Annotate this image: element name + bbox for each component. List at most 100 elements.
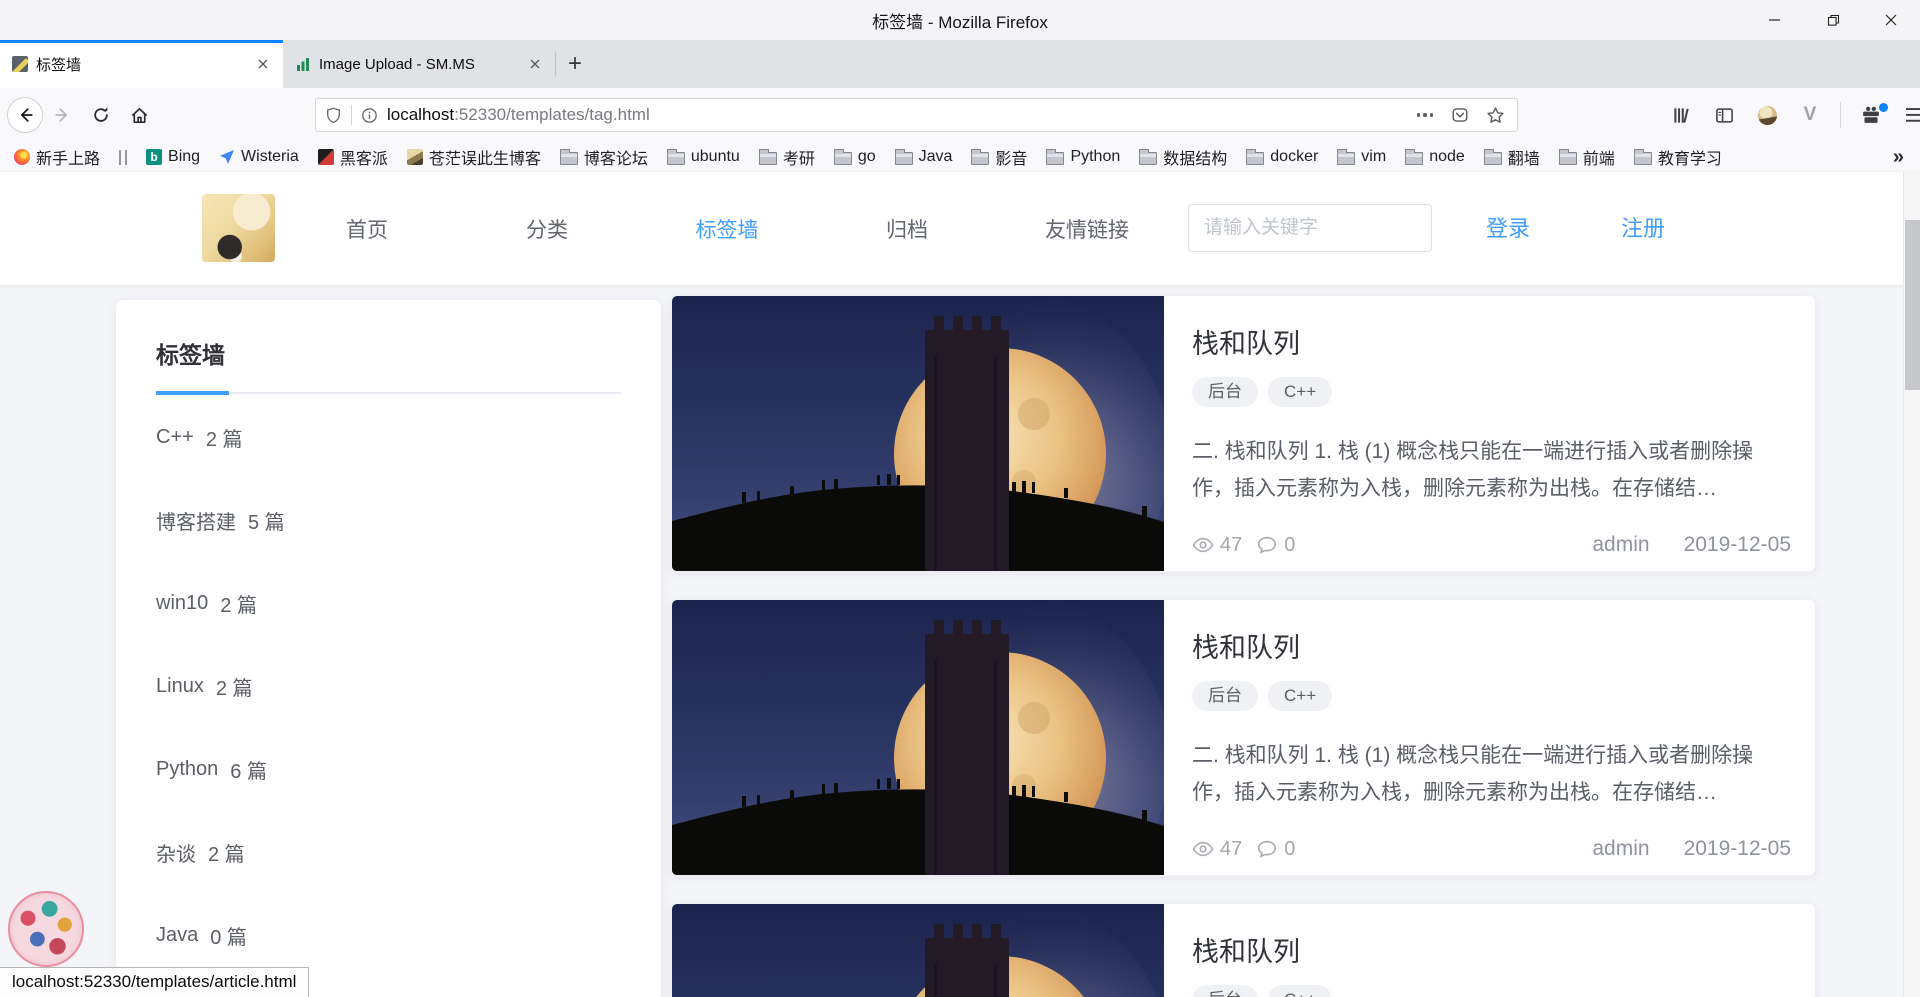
bookmark-folder-education[interactable]: 教育学习 — [1634, 145, 1722, 169]
page-content: 标签墙 C++2 篇 博客搭建5 篇 win102 篇 Linux2 篇 Pyt… — [0, 285, 1920, 997]
article-tag-pill[interactable]: C++ — [1268, 681, 1332, 711]
bookmark-folder-frontend[interactable]: 前端 — [1559, 145, 1615, 169]
reload-icon — [92, 106, 110, 124]
pocket-button[interactable] — [1447, 102, 1473, 128]
url-bar[interactable]: localhost:52330/templates/tag.html — [315, 98, 1518, 132]
forward-button[interactable] — [44, 96, 82, 134]
page-actions-button[interactable] — [1412, 102, 1438, 128]
nav-item-tag-wall[interactable]: 标签墙 — [657, 214, 797, 244]
bookmark-folder-fanqiang[interactable]: 翻墙 — [1484, 145, 1540, 169]
register-link[interactable]: 注册 — [1621, 172, 1665, 285]
bookmark-folder-python[interactable]: Python — [1046, 148, 1120, 166]
article-author: admin — [1592, 533, 1649, 557]
bookmark-getting-started[interactable]: 新手上路 — [14, 145, 100, 169]
folder-icon — [1046, 152, 1064, 165]
bookmarks-overflow-chevron[interactable]: » — [1893, 146, 1904, 169]
screenshot-extension-button[interactable] — [1748, 96, 1786, 134]
back-button[interactable] — [6, 96, 44, 134]
tag-item-win10[interactable]: win102 篇 — [156, 562, 621, 645]
page-scrollbar[interactable] — [1903, 172, 1920, 997]
bookmark-folder-kaoyan[interactable]: 考研 — [759, 145, 815, 169]
menu-button[interactable] — [1895, 96, 1920, 134]
reload-button[interactable] — [82, 96, 120, 134]
hamburger-icon — [1906, 108, 1920, 122]
bookmark-folder-go[interactable]: go — [834, 148, 876, 166]
sidebar-toggle-button[interactable] — [1705, 96, 1743, 134]
bookmark-folder-node[interactable]: node — [1405, 148, 1465, 166]
bookmark-hackpai[interactable]: 黑客派 — [318, 145, 388, 169]
article-date: 2019-12-05 — [1684, 837, 1791, 861]
article-cover-image[interactable] — [672, 600, 1164, 875]
moon-tower-image — [672, 600, 1164, 875]
folder-icon — [1405, 152, 1423, 165]
tag-item-java[interactable]: Java0 篇 — [156, 894, 621, 977]
bookmark-bing[interactable]: b Bing — [146, 148, 200, 166]
article-card: 栈和队列 后台 C++ 二. 栈和队列 1. 栈 (1) 概念栈只能在一端进行插… — [671, 295, 1816, 572]
site-info-icon[interactable] — [361, 107, 378, 124]
sidebar-icon — [1715, 106, 1734, 125]
tracking-shield-icon[interactable] — [325, 107, 342, 124]
minimize-button[interactable] — [1746, 0, 1804, 40]
tag-item-python[interactable]: Python6 篇 — [156, 728, 621, 811]
home-button[interactable] — [120, 96, 158, 134]
tag-item-cpp[interactable]: C++2 篇 — [156, 396, 621, 479]
tag-item-zatan[interactable]: 杂谈2 篇 — [156, 811, 621, 894]
bookmark-star-button[interactable] — [1482, 102, 1508, 128]
article-tag-pill[interactable]: 后台 — [1192, 681, 1258, 711]
bookmark-cangmang-blog[interactable]: 苍茫误此生博客 — [407, 145, 541, 169]
firefox-icon — [14, 149, 30, 165]
tab-close-icon[interactable] — [523, 52, 547, 76]
restore-button[interactable] — [1804, 0, 1862, 40]
vimium-extension-button[interactable]: V — [1791, 96, 1829, 134]
article-title[interactable]: 栈和队列 — [1192, 626, 1791, 665]
bookmark-folder-docker[interactable]: docker — [1246, 148, 1318, 166]
tab-image-upload[interactable]: Image Upload - SM.MS — [283, 40, 555, 88]
nav-item-categories[interactable]: 分类 — [477, 214, 617, 244]
search-input[interactable] — [1188, 204, 1432, 252]
bookmark-folder-media[interactable]: 影音 — [971, 145, 1027, 169]
article-card-body: 栈和队列 后台 C++ 二. 栈和队列 1. 栈 (1) 概念栈只能在一端进行插… — [1164, 296, 1815, 571]
article-cover-image[interactable] — [672, 904, 1164, 997]
navigation-toolbar: localhost:52330/templates/tag.html — [0, 88, 1920, 142]
bookmark-folder-blog-forum[interactable]: 博客论坛 — [560, 145, 648, 169]
new-tab-button[interactable]: + — [556, 40, 594, 88]
tag-item-linux[interactable]: Linux2 篇 — [156, 645, 621, 728]
article-tag-pill[interactable]: 后台 — [1192, 377, 1258, 407]
site-logo[interactable] — [202, 194, 275, 262]
bookmark-folder-ubuntu[interactable]: ubuntu — [667, 148, 740, 166]
close-icon — [1885, 14, 1897, 26]
tab-tag-wall[interactable]: 标签墙 — [0, 40, 283, 88]
close-button[interactable] — [1862, 0, 1920, 40]
folder-icon — [1246, 152, 1264, 165]
bookmark-folder-java[interactable]: Java — [895, 148, 953, 166]
article-byline: admin 2019-12-05 — [1592, 533, 1791, 557]
nav-item-archive[interactable]: 归档 — [837, 214, 977, 244]
article-title[interactable]: 栈和队列 — [1192, 930, 1791, 969]
article-tag-pill[interactable]: C++ — [1268, 985, 1332, 997]
smms-favicon-icon — [295, 56, 311, 72]
folder-icon — [1139, 152, 1157, 165]
bookmark-folder-datastruct[interactable]: 数据结构 — [1139, 145, 1227, 169]
scrollbar-thumb[interactable] — [1905, 220, 1920, 390]
floating-avatar-widget[interactable] — [8, 891, 84, 967]
login-link[interactable]: 登录 — [1486, 172, 1530, 285]
library-button[interactable] — [1662, 96, 1700, 134]
view-count: 47 — [1192, 838, 1242, 861]
blog-thumbnail-icon — [407, 149, 423, 165]
article-card: 栈和队列 后台 C++ 二. 栈和队列 1. 栈 (1) 概念栈只能在一端进行插… — [671, 903, 1816, 997]
article-tag-pill[interactable]: C++ — [1268, 377, 1332, 407]
article-title[interactable]: 栈和队列 — [1192, 322, 1791, 361]
tab-close-icon[interactable] — [251, 52, 275, 76]
gift-extension-button[interactable] — [1852, 96, 1890, 134]
bookmark-folder-vim[interactable]: vim — [1337, 148, 1386, 166]
article-cover-image[interactable] — [672, 296, 1164, 571]
forward-icon — [54, 106, 72, 124]
url-text[interactable]: localhost:52330/templates/tag.html — [387, 105, 650, 125]
bookmark-wisteria[interactable]: Wisteria — [219, 148, 299, 166]
restore-icon — [1827, 14, 1840, 27]
nav-item-links[interactable]: 友情链接 — [1017, 214, 1157, 244]
tag-item-blog-build[interactable]: 博客搭建5 篇 — [156, 479, 621, 562]
nav-item-home[interactable]: 首页 — [297, 214, 437, 244]
article-tag-pill[interactable]: 后台 — [1192, 985, 1258, 997]
paper-plane-icon — [219, 149, 235, 165]
